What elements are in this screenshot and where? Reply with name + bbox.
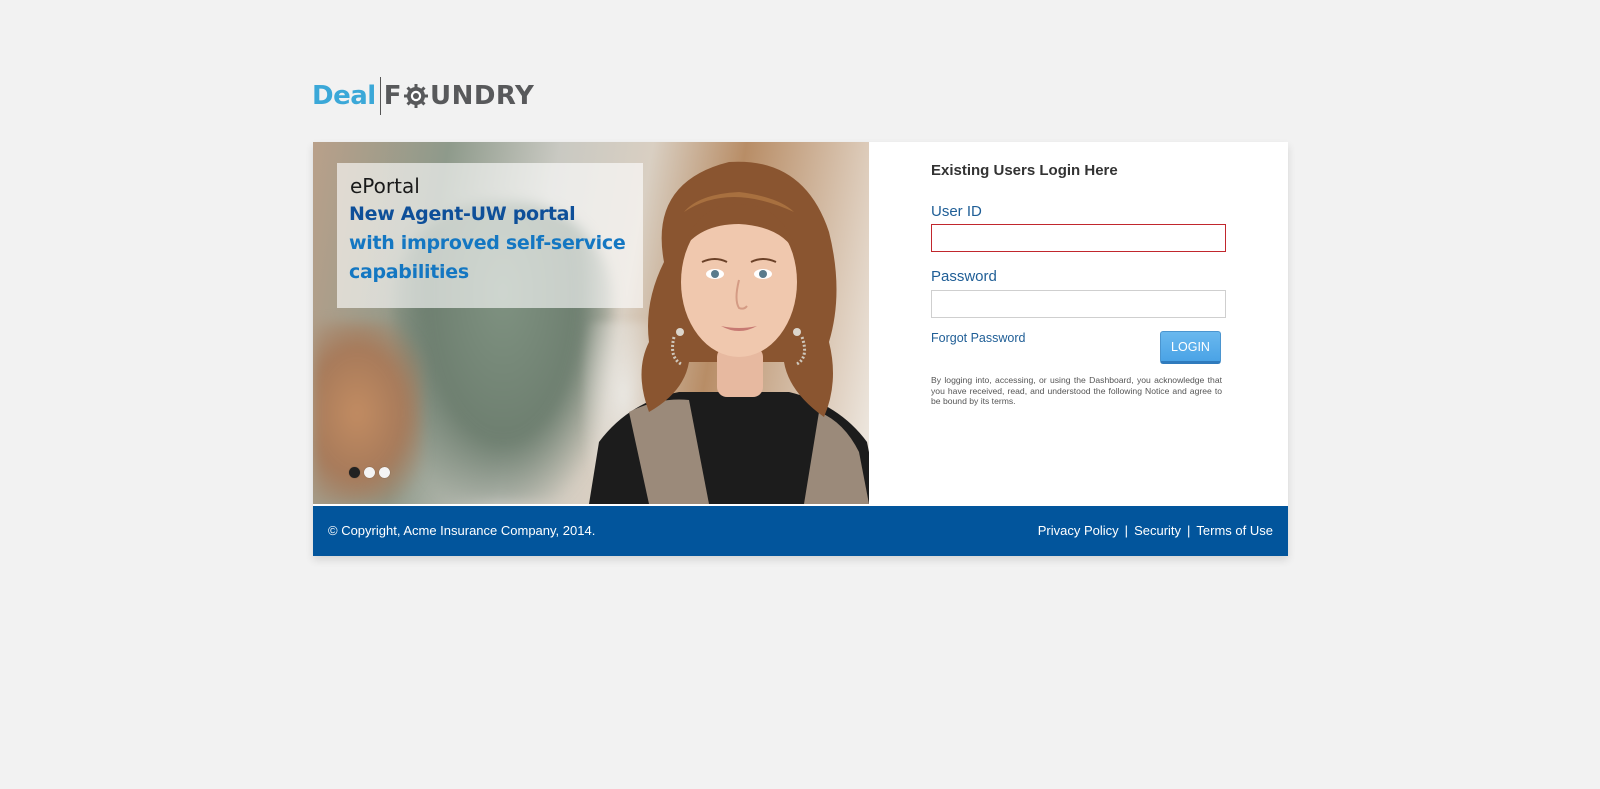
logo: Deal F UNDRY bbox=[312, 76, 534, 116]
footer-links: Privacy Policy | Security | Terms of Use bbox=[1038, 523, 1273, 538]
logo-divider bbox=[379, 77, 381, 115]
terms-of-use-link[interactable]: Terms of Use bbox=[1196, 523, 1273, 538]
password-label: Password bbox=[931, 268, 997, 285]
hero-caption-title: ePortal bbox=[350, 174, 420, 198]
footer: © Copyright, Acme Insurance Company, 201… bbox=[313, 506, 1288, 556]
carousel-dot[interactable] bbox=[364, 467, 375, 478]
hero-carousel: ePortal New Agent-UW portal with improve… bbox=[313, 142, 869, 504]
footer-separator: | bbox=[1124, 523, 1129, 538]
logo-deal-text: Deal bbox=[312, 81, 376, 111]
copyright-text: © Copyright, Acme Insurance Company, 201… bbox=[328, 523, 596, 538]
logo-foundry-text: F UNDRY bbox=[384, 81, 535, 111]
logo-foundry-rest: UNDRY bbox=[429, 81, 535, 111]
user-id-input[interactable] bbox=[931, 224, 1226, 252]
hero-caption-line: New Agent-UW portal bbox=[349, 203, 576, 225]
login-notice: By logging into, accessing, or using the… bbox=[931, 375, 1222, 406]
login-card: ePortal New Agent-UW portal with improve… bbox=[313, 142, 1288, 556]
hero-caption-line: with improved self-service bbox=[349, 232, 626, 254]
carousel-dot[interactable] bbox=[379, 467, 390, 478]
login-heading: Existing Users Login Here bbox=[931, 162, 1118, 179]
hero-caption: ePortal New Agent-UW portal with improve… bbox=[337, 163, 643, 308]
user-id-label: User ID bbox=[931, 203, 982, 220]
footer-separator: | bbox=[1187, 523, 1191, 538]
carousel-dots bbox=[349, 467, 390, 478]
hero-caption-line: capabilities bbox=[349, 261, 469, 283]
login-form: Existing Users Login Here User ID Passwo… bbox=[931, 142, 1251, 504]
privacy-policy-link[interactable]: Privacy Policy bbox=[1038, 523, 1119, 538]
gear-icon bbox=[403, 84, 428, 108]
login-button[interactable]: LOGIN bbox=[1160, 331, 1221, 364]
password-input[interactable] bbox=[931, 290, 1226, 318]
logo-foundry-f: F bbox=[383, 81, 402, 111]
carousel-dot[interactable] bbox=[349, 467, 360, 478]
forgot-password-link[interactable]: Forgot Password bbox=[931, 331, 1025, 345]
security-link[interactable]: Security bbox=[1134, 523, 1181, 538]
